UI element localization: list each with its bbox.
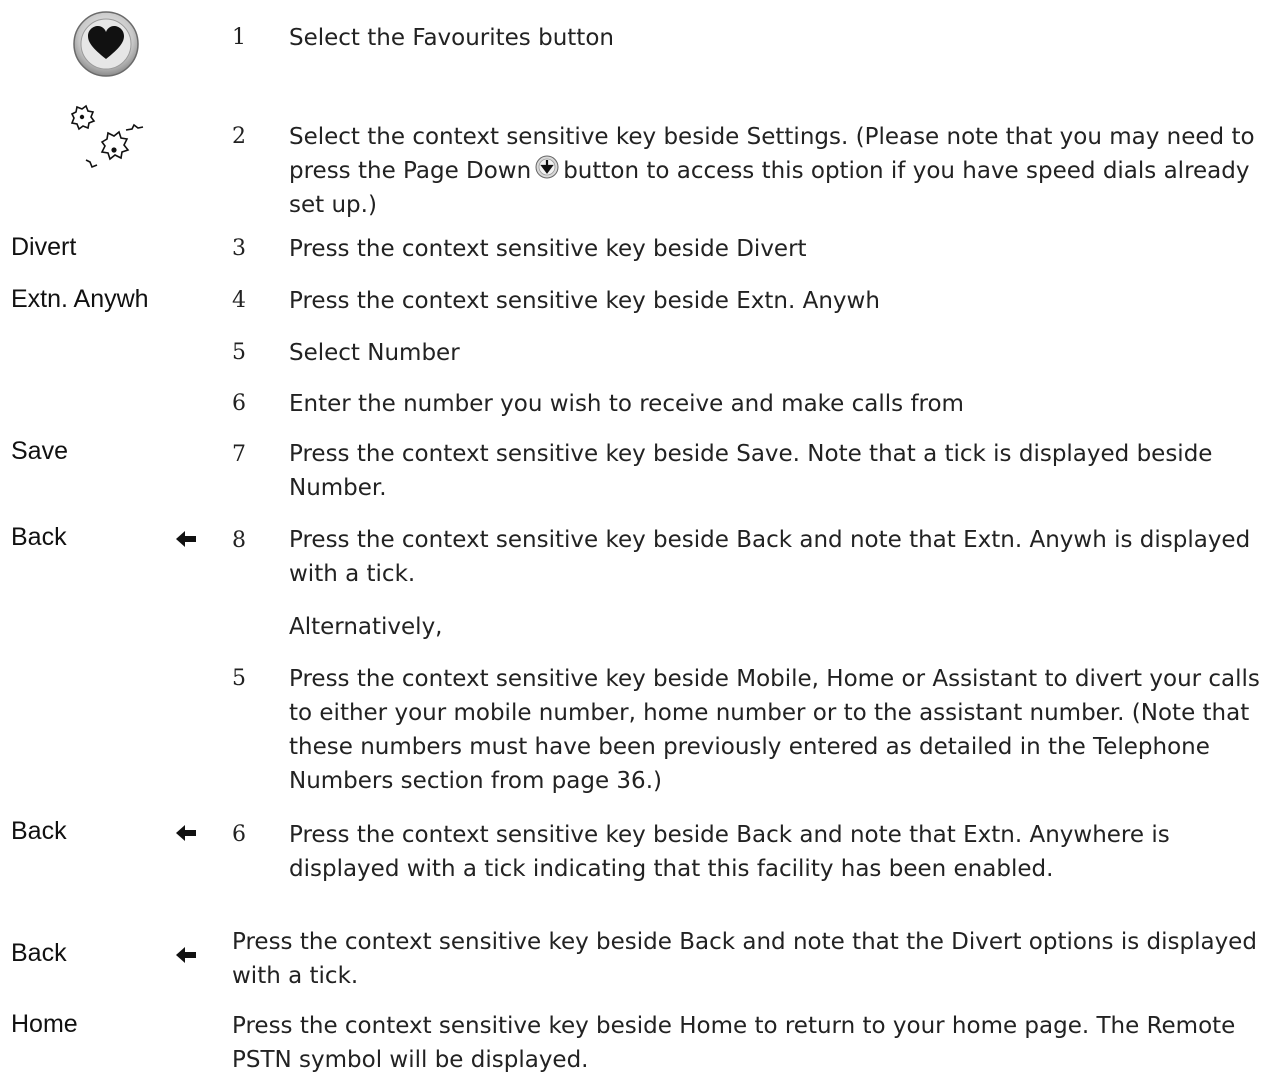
divert-key-label: Divert — [11, 233, 77, 261]
back-key-label: Back — [11, 523, 67, 551]
alternatively-text: Alternatively, — [289, 614, 443, 640]
step-number: 5 — [232, 340, 246, 365]
heart-icon — [73, 11, 139, 77]
step-number: 1 — [232, 25, 246, 50]
step-text: Press the context sensitive key beside B… — [289, 822, 1170, 882]
step-text: Press the context sensitive key beside E… — [289, 288, 880, 314]
instruction-page: { "icons": { "favourites": "heart-icon",… — [0, 0, 1272, 1075]
step-text: Press the context sensitive key beside B… — [232, 929, 1257, 989]
page-down-icon — [535, 155, 559, 179]
step-text: Select the context sensitive key beside … — [289, 120, 1259, 222]
home-key-label: Home — [11, 1010, 78, 1038]
step-text: Press the context sensitive key beside H… — [232, 1013, 1236, 1073]
step-text: Press the context sensitive key beside B… — [289, 527, 1251, 587]
step-number: 6 — [232, 391, 246, 416]
extn-anywh-key-label: Extn. Anywh — [11, 285, 149, 313]
step-number: 4 — [232, 288, 246, 313]
step-text: Select the Favourites button — [289, 25, 614, 51]
left-arrow-icon — [176, 531, 196, 547]
step-text: Select Number — [289, 340, 460, 366]
step-number: 6 — [232, 822, 246, 847]
back-key-label: Back — [11, 939, 67, 967]
save-key-label: Save — [11, 437, 68, 465]
settings-gears-icon — [70, 104, 144, 169]
left-arrow-icon — [176, 825, 196, 841]
step-number: 8 — [232, 528, 246, 553]
step-number: 7 — [232, 442, 246, 467]
step-number: 3 — [232, 236, 246, 261]
step-number: 2 — [232, 124, 246, 149]
left-arrow-icon — [176, 947, 196, 963]
step-text: Press the context sensitive key beside M… — [289, 666, 1260, 794]
step-number: 5 — [232, 666, 246, 691]
step-text: Press the context sensitive key beside D… — [289, 236, 807, 262]
back-key-label: Back — [11, 817, 67, 845]
step-text: Enter the number you wish to receive and… — [289, 391, 964, 417]
step-text: Press the context sensitive key beside S… — [289, 441, 1213, 501]
